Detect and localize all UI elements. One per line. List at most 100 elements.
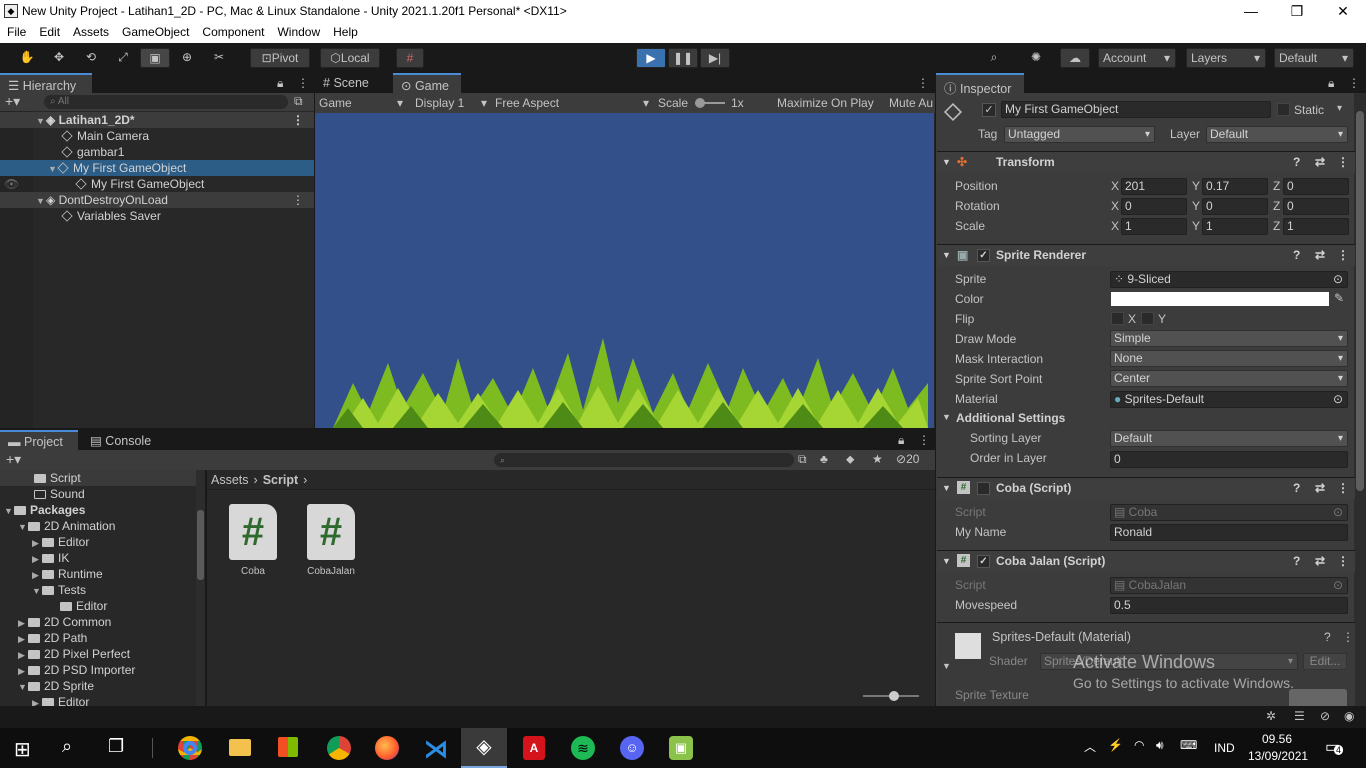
tab-inspector[interactable]: ⓘ Inspector: [936, 73, 1024, 96]
account-dropdown[interactable]: Account ▾: [1098, 48, 1176, 68]
wifi-icon[interactable]: ◠: [1134, 738, 1144, 752]
object-picker-icon[interactable]: ⊙: [1333, 392, 1343, 407]
object-name-field[interactable]: My First GameObject: [1001, 101, 1271, 118]
tree-folder[interactable]: ▶ Editor: [0, 534, 89, 550]
layer-dropdown[interactable]: Default: [1206, 126, 1348, 143]
vscode-icon[interactable]: ⋊: [424, 735, 448, 764]
asset-tile[interactable]: # CobaJalan: [301, 504, 361, 580]
keyboard-icon[interactable]: ⌨: [1180, 738, 1197, 752]
transform-header[interactable]: ▼ ✣ Transform ? ⇄ ⋮: [937, 151, 1355, 173]
grid-snap-icon[interactable]: #: [396, 48, 424, 68]
layers-dropdown[interactable]: Layers ▾: [1186, 48, 1266, 68]
foldout-arrow-icon[interactable]: ▼: [942, 551, 951, 571]
sprite-field[interactable]: ⁘ 9-Sliced ⊙: [1110, 271, 1348, 288]
additional-settings-foldout[interactable]: Additional Settings: [956, 411, 1065, 425]
asset-tile[interactable]: # Coba: [225, 504, 281, 580]
aspect-dropdown[interactable]: Free Aspect ▾: [495, 93, 649, 113]
rotate-tool-icon[interactable]: ⟲: [76, 48, 106, 68]
expand-arrow-icon[interactable]: ▶: [32, 567, 42, 583]
menu-file[interactable]: File: [0, 23, 32, 39]
transform-tool-icon[interactable]: ⊕: [172, 48, 202, 68]
cache-icon[interactable]: ⊘: [1320, 709, 1330, 723]
material-field[interactable]: ● Sprites-Default ⊙: [1110, 391, 1348, 408]
scene-visibility-icon[interactable]: ⧉: [294, 94, 303, 109]
draw-mode-dropdown[interactable]: Simple: [1110, 330, 1348, 347]
tab-scene[interactable]: # Scene: [315, 73, 393, 93]
tree-row[interactable]: Variables Saver: [0, 208, 314, 224]
store-icon[interactable]: [278, 737, 298, 757]
scale-slider[interactable]: [695, 98, 725, 108]
preset-icon[interactable]: ⇄: [1315, 551, 1325, 571]
spotify-icon[interactable]: ≋: [571, 736, 595, 760]
kebab-menu-icon[interactable]: ⋮: [1337, 245, 1349, 265]
unity-app-icon[interactable]: ◈: [461, 728, 507, 768]
tree-folder[interactable]: ▼ 2D Animation: [0, 518, 115, 534]
slider-thumb[interactable]: [695, 98, 705, 108]
acrobat-icon[interactable]: A: [523, 736, 545, 760]
volume-icon[interactable]: 🔊︎: [1156, 738, 1164, 753]
move-tool-icon[interactable]: ✥: [44, 48, 74, 68]
file-explorer-icon[interactable]: [229, 739, 251, 756]
expand-arrow-icon[interactable]: ▼: [4, 503, 14, 519]
progress-icon[interactable]: ☰: [1294, 709, 1305, 723]
sprite-renderer-header[interactable]: ▼ ▣ ✓ Sprite Renderer ? ⇄ ⋮: [937, 244, 1355, 266]
tree-folder[interactable]: Sound: [0, 486, 85, 502]
breadcrumb-script[interactable]: Script: [263, 473, 298, 487]
position-y-field[interactable]: 0.17: [1202, 178, 1268, 195]
tab-project[interactable]: ▬ Project: [0, 430, 78, 450]
expand-arrow-icon[interactable]: ▼: [36, 193, 46, 209]
breadcrumb-assets[interactable]: Assets: [211, 473, 249, 487]
minimize-button[interactable]: —: [1228, 0, 1274, 23]
chrome-icon[interactable]: [178, 736, 202, 760]
static-checkbox[interactable]: [1277, 103, 1290, 116]
flip-y-checkbox[interactable]: [1141, 312, 1154, 325]
kebab-menu-icon[interactable]: ⋮: [1337, 152, 1349, 172]
display-dropdown[interactable]: Display 1 ▾: [415, 93, 487, 113]
coba-jalan-script-header[interactable]: ▼ # ✓ Coba Jalan (Script) ? ⇄ ⋮: [937, 550, 1355, 572]
order-in-layer-field[interactable]: 0: [1110, 451, 1348, 468]
help-icon[interactable]: ?: [1293, 245, 1300, 265]
sprite-sort-point-dropdown[interactable]: Center: [1110, 370, 1348, 387]
expand-arrow-icon[interactable]: ▶: [32, 535, 42, 551]
game-mode-dropdown[interactable]: Game ▾: [319, 93, 403, 113]
kebab-menu-icon[interactable]: ⋮: [297, 76, 309, 90]
scale-x-field[interactable]: 1: [1121, 218, 1187, 235]
expand-arrow-icon[interactable]: ▶: [32, 551, 42, 567]
tray-chevron-icon[interactable]: ︿: [1084, 738, 1096, 755]
close-button[interactable]: ✕: [1320, 0, 1366, 23]
flip-x-checkbox[interactable]: [1111, 312, 1124, 325]
favorite-icon[interactable]: ★: [872, 452, 883, 466]
tree-row-scene[interactable]: ▼◈ Latihan1_2D* ⋮: [0, 112, 314, 128]
lock-icon[interactable]: 🔒︎: [277, 76, 283, 91]
hand-tool-icon[interactable]: ✋: [12, 48, 42, 68]
my-name-field[interactable]: Ronald: [1110, 524, 1348, 541]
step-button[interactable]: ▶|: [700, 48, 730, 68]
expand-arrow-icon[interactable]: ▼: [18, 679, 28, 695]
help-icon[interactable]: ?: [1293, 551, 1300, 571]
sorting-layer-dropdown[interactable]: Default: [1110, 430, 1348, 447]
local-button[interactable]: ⬡Local: [320, 48, 380, 68]
expand-arrow-icon[interactable]: ▶: [18, 663, 28, 679]
project-search-input[interactable]: ⌕: [494, 453, 794, 467]
tree-folder[interactable]: ▶ Runtime: [0, 566, 103, 582]
coba-script-header[interactable]: ▼ # Coba (Script) ? ⇄ ⋮: [937, 477, 1355, 499]
pivot-button[interactable]: ⊡Pivot: [250, 48, 310, 68]
search-icon[interactable]: ⌕: [980, 48, 1008, 68]
hidden-packages-icon[interactable]: ⊘20: [896, 452, 919, 466]
tree-folder[interactable]: ▶ 2D Common: [0, 614, 111, 630]
expand-arrow-icon[interactable]: ▼: [18, 519, 28, 535]
preset-icon[interactable]: ⇄: [1315, 478, 1325, 498]
pause-button[interactable]: ❚❚: [668, 48, 698, 68]
menu-window[interactable]: Window: [270, 23, 326, 39]
expand-arrow-icon[interactable]: ▶: [18, 615, 28, 631]
menu-help[interactable]: Help: [326, 23, 364, 39]
maximize-on-play-toggle[interactable]: Maximize On Play: [777, 93, 874, 113]
tree-folder[interactable]: ▼ Tests: [0, 582, 86, 598]
collab-icon[interactable]: ✺: [1022, 48, 1050, 68]
expand-arrow-icon[interactable]: ▶: [32, 695, 42, 706]
maximize-button[interactable]: ❐: [1274, 0, 1320, 23]
tree-folder[interactable]: ▶ Editor: [0, 694, 89, 706]
expand-arrow-icon[interactable]: ▼: [36, 113, 46, 129]
preset-icon[interactable]: ⇄: [1315, 152, 1325, 172]
tree-scrollbar[interactable]: [196, 470, 205, 706]
